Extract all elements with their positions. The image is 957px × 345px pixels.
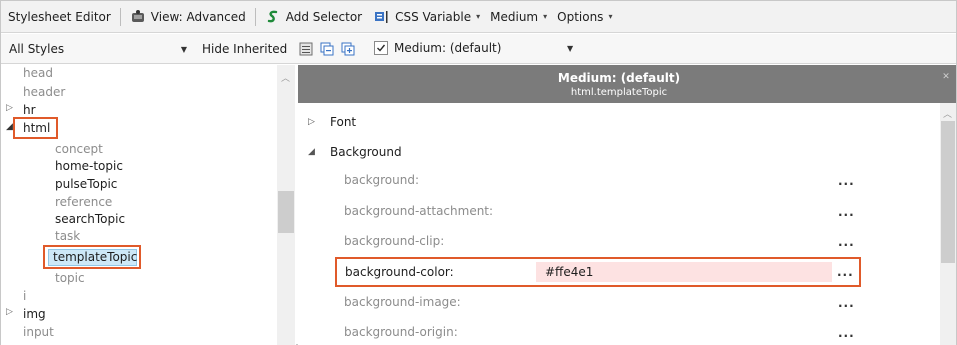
toolbar-separator bbox=[119, 7, 121, 26]
css-variable-menu[interactable]: CSS Variable ▾ bbox=[371, 6, 483, 28]
expand-arrow-icon: ▷ bbox=[308, 117, 315, 127]
styles-filter-value: All Styles bbox=[9, 42, 65, 56]
view-mode-label: View: Advanced bbox=[150, 9, 246, 24]
more-button[interactable]: ... bbox=[838, 296, 854, 310]
property-row[interactable]: background-origin: bbox=[344, 321, 840, 343]
panel-header-subtitle: html.templateTopic bbox=[570, 87, 668, 98]
tree-item[interactable]: head bbox=[23, 65, 53, 81]
tree-item[interactable]: hr bbox=[23, 102, 36, 118]
scroll-up-icon[interactable]: ︿ bbox=[943, 107, 952, 120]
editor-title: Stylesheet Editor bbox=[8, 9, 111, 24]
options-menu[interactable]: Options ▾ bbox=[554, 6, 615, 28]
panel-scroll-thumb[interactable] bbox=[941, 121, 955, 263]
property-name: background-image: bbox=[344, 295, 461, 309]
css-variable-icon bbox=[374, 9, 390, 25]
add-selector-icon bbox=[265, 9, 281, 25]
section-font[interactable]: ▷ Font bbox=[308, 113, 356, 131]
more-button[interactable]: ... bbox=[838, 235, 854, 249]
styles-filter-dropdown[interactable]: All Styles ▼ bbox=[5, 39, 191, 59]
collapse-arrow-icon: ◢ bbox=[308, 147, 315, 157]
tree-item-template-topic[interactable]: templateTopic bbox=[53, 249, 137, 265]
close-icon[interactable]: ✕ bbox=[940, 71, 952, 83]
expand-arrow-icon[interactable]: ▷ bbox=[6, 103, 13, 113]
medium-menu[interactable]: Medium ▾ bbox=[487, 6, 550, 28]
tree-item[interactable]: input bbox=[23, 324, 54, 340]
tree-scroll-thumb[interactable] bbox=[278, 191, 294, 233]
tree-item[interactable]: home-topic bbox=[55, 158, 123, 174]
more-button[interactable]: ... bbox=[838, 174, 854, 188]
tree-item[interactable]: reference bbox=[55, 194, 112, 210]
stylesheet-editor-window: Stylesheet Editor View: Advanced Add Sel… bbox=[0, 0, 957, 345]
panel-header-title: Medium: (default) bbox=[557, 71, 681, 85]
medium-checkbox[interactable] bbox=[374, 41, 388, 55]
tree-item[interactable]: img bbox=[23, 306, 46, 322]
chevron-down-icon: ▾ bbox=[608, 12, 613, 21]
tree-item-html[interactable]: html bbox=[23, 120, 50, 136]
chevron-down-icon: ▾ bbox=[476, 12, 481, 21]
options-menu-label: Options bbox=[557, 9, 604, 24]
property-name: background-color: bbox=[345, 265, 454, 279]
add-selector-label: Add Selector bbox=[285, 9, 363, 24]
collapse-all-icon[interactable] bbox=[319, 41, 335, 57]
more-button[interactable]: ... bbox=[838, 326, 854, 340]
expand-arrow-icon[interactable]: ▷ bbox=[6, 307, 13, 317]
property-panel: Medium: (default) html.templateTopic ✕ ▷… bbox=[298, 65, 956, 345]
medium-filter-label: Medium: (default) bbox=[394, 41, 502, 55]
css-variable-label: CSS Variable bbox=[395, 9, 472, 24]
tree-item[interactable]: header bbox=[23, 84, 65, 100]
panel-scrollbar[interactable]: ︿ bbox=[940, 103, 956, 345]
more-button[interactable]: ... bbox=[838, 205, 854, 219]
property-name: background-attachment: bbox=[344, 204, 494, 218]
property-value[interactable]: #ffe4e1 bbox=[545, 259, 593, 285]
tree-item[interactable]: searchTopic bbox=[55, 211, 125, 227]
selector-tree: head header ▷ hr ◢ html concept home-top… bbox=[1, 65, 296, 345]
collapse-arrow-icon[interactable]: ◢ bbox=[6, 122, 13, 132]
medium-filter[interactable]: Medium: (default) bbox=[374, 41, 501, 55]
main-toolbar: Stylesheet Editor View: Advanced Add Sel… bbox=[1, 1, 956, 33]
toolbar-separator bbox=[254, 7, 256, 26]
section-label: Background bbox=[330, 145, 402, 159]
view-mode-button[interactable]: View: Advanced bbox=[127, 6, 249, 28]
tree-item[interactable]: i bbox=[23, 288, 26, 304]
medium-menu-label: Medium bbox=[490, 9, 539, 24]
view-icon-buttons bbox=[298, 41, 356, 57]
list-view-icon[interactable] bbox=[298, 41, 314, 57]
hide-inherited-button[interactable]: Hide Inherited bbox=[202, 42, 287, 56]
add-selector-button[interactable]: Add Selector bbox=[262, 6, 365, 28]
panel-header: Medium: (default) html.templateTopic ✕ bbox=[298, 65, 956, 103]
property-name: background-clip: bbox=[344, 234, 445, 248]
chevron-down-icon: ▾ bbox=[543, 12, 548, 21]
tree-item[interactable]: topic bbox=[55, 270, 85, 286]
scroll-up-icon[interactable]: ︿ bbox=[281, 71, 290, 84]
property-row[interactable]: background: bbox=[344, 169, 840, 191]
filter-toolbar: All Styles ▼ Hide Inherited Medium: (def… bbox=[1, 34, 956, 64]
tree-item[interactable]: concept bbox=[55, 141, 103, 157]
property-row[interactable]: background-image: bbox=[344, 291, 840, 313]
section-background[interactable]: ◢ Background bbox=[308, 143, 402, 161]
property-name: background-origin: bbox=[344, 325, 458, 339]
chevron-down-icon: ▼ bbox=[180, 44, 187, 54]
property-row[interactable]: background-clip: bbox=[344, 230, 840, 252]
chevron-down-icon[interactable]: ▼ bbox=[567, 44, 573, 53]
property-name: background: bbox=[344, 173, 420, 187]
section-label: Font bbox=[330, 115, 357, 129]
tree-item[interactable]: pulseTopic bbox=[55, 176, 117, 192]
background-color-row[interactable]: background-color: #ffe4e1 ... bbox=[335, 257, 861, 287]
expand-all-icon[interactable] bbox=[340, 41, 356, 57]
more-button[interactable]: ... bbox=[837, 259, 854, 285]
view-mode-icon bbox=[130, 9, 146, 25]
tree-scrollbar[interactable]: ︿ bbox=[277, 65, 295, 345]
tree-item[interactable]: task bbox=[55, 228, 80, 244]
property-row[interactable]: background-attachment: bbox=[344, 200, 840, 222]
